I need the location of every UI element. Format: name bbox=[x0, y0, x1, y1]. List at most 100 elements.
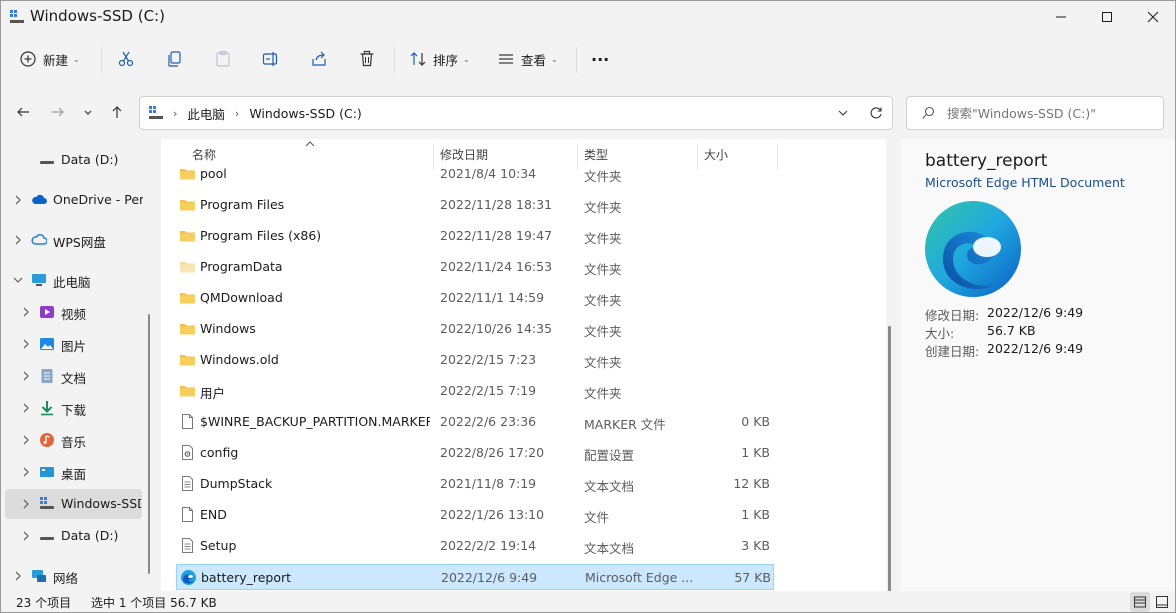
file-row[interactable]: Windows.old 2022/2/15 7:23 文件夹 bbox=[176, 347, 774, 373]
file-size: 3 KB bbox=[741, 538, 770, 553]
file-type: Microsoft Edge ... bbox=[585, 570, 693, 585]
file-modified-date: 2021/8/4 10:34 bbox=[440, 166, 537, 181]
view-button[interactable]: 查看 ⌄ bbox=[497, 45, 563, 73]
file-row[interactable]: pool 2021/8/4 10:34 文件夹 bbox=[176, 161, 774, 187]
share-button[interactable] bbox=[310, 45, 328, 73]
nav-item-this-pc[interactable]: 此电脑 bbox=[1, 265, 146, 295]
folder-icon bbox=[179, 289, 196, 306]
search-input[interactable] bbox=[947, 105, 1157, 121]
folder-icon bbox=[179, 227, 196, 244]
file-size: 1 KB bbox=[741, 507, 770, 522]
new-button[interactable]: 新建 ⌄ bbox=[19, 45, 91, 73]
file-row[interactable]: Windows 2022/10/26 14:35 文件夹 bbox=[176, 316, 774, 342]
nav-item-network[interactable]: 网络 bbox=[1, 561, 146, 591]
view-label: 查看 bbox=[521, 52, 547, 68]
details-pane: battery_report Microsoft Edge HTML Docum… bbox=[901, 139, 1175, 591]
file-row[interactable]: battery_report 2022/12/6 9:49 Microsoft Ed… bbox=[176, 564, 774, 590]
nav-item-videos[interactable]: 视频 bbox=[1, 297, 146, 327]
file-row[interactable]: ProgramData 2022/11/24 16:53 文件夹 bbox=[176, 254, 774, 280]
file-type: 文件夹 bbox=[584, 386, 622, 401]
up-button[interactable] bbox=[106, 101, 128, 123]
share-icon bbox=[312, 51, 326, 66]
file-list-scrollbar[interactable] bbox=[888, 326, 891, 591]
sort-button[interactable]: 排序 ⌄ bbox=[409, 45, 473, 73]
chevron-right-icon bbox=[23, 371, 29, 381]
copy-button[interactable] bbox=[166, 45, 184, 73]
file-type: 文本文档 bbox=[584, 541, 635, 556]
file-row[interactable]: config 2022/8/26 17:20 配置设置 1 KB bbox=[176, 440, 774, 466]
file-row[interactable]: Program Files (x86) 2022/11/28 19:47 文件夹 bbox=[176, 223, 774, 249]
file-type: 文件夹 bbox=[584, 355, 622, 370]
nav-item-label: 桌面 bbox=[61, 467, 87, 482]
details-title: battery_report bbox=[925, 151, 1048, 171]
nav-item-onedrive[interactable]: OneDrive - Pers bbox=[1, 185, 146, 215]
window-title: Windows-SSD (C:) bbox=[30, 7, 165, 25]
file-name: $WINRE_BACKUP_PARTITION.MARKER bbox=[200, 414, 430, 429]
nav-item-music[interactable]: 音乐 bbox=[1, 425, 146, 455]
nav-item-windows-ssd[interactable]: Windows-SSD bbox=[5, 489, 142, 519]
desktop-icon bbox=[40, 467, 54, 477]
refresh-icon[interactable] bbox=[869, 106, 883, 120]
maximize-button[interactable] bbox=[1084, 1, 1130, 33]
nav-item-data-d-2[interactable]: Data (D:) bbox=[1, 521, 146, 551]
chevron-down-icon[interactable] bbox=[837, 107, 849, 119]
status-bar: 23 个项目 选中 1 个项目 56.7 KB bbox=[1, 591, 1175, 612]
file-modified-date: 2022/2/15 7:19 bbox=[440, 383, 537, 398]
title-bar[interactable]: Windows-SSD (C:) bbox=[1, 1, 1175, 33]
nav-item-wps-cloud[interactable]: WPS网盘 bbox=[1, 225, 146, 255]
folder-icon bbox=[179, 382, 196, 399]
file-row[interactable]: Setup 2022/2/2 19:14 文本文档 3 KB bbox=[176, 533, 774, 559]
file-row[interactable]: DumpStack 2021/11/8 7:19 文本文档 12 KB bbox=[176, 471, 774, 497]
breadcrumb-current-drive[interactable]: Windows-SSD (C:) bbox=[249, 106, 361, 121]
nav-item-label: 网络 bbox=[53, 571, 79, 586]
nav-item-desktop[interactable]: 桌面 bbox=[1, 457, 146, 487]
cut-button[interactable] bbox=[117, 45, 135, 73]
breadcrumb-this-pc[interactable]: 此电脑 bbox=[187, 104, 225, 123]
chevron-down-icon: ⌄ bbox=[73, 54, 80, 64]
file-size: 12 KB bbox=[733, 476, 770, 491]
documents-icon bbox=[41, 369, 53, 383]
rename-button[interactable] bbox=[262, 45, 280, 73]
file-row[interactable]: END 2022/1/26 13:10 文件 1 KB bbox=[176, 502, 774, 528]
nav-item-downloads[interactable]: 下载 bbox=[1, 393, 146, 423]
back-button[interactable] bbox=[12, 101, 34, 123]
address-bar[interactable]: › 此电脑 › Windows-SSD (C:) bbox=[139, 96, 893, 130]
file-modified-date: 2022/12/6 9:49 bbox=[441, 570, 538, 585]
preview-view-button[interactable] bbox=[1152, 592, 1172, 612]
nav-item-label: 音乐 bbox=[61, 435, 87, 450]
config-file-icon bbox=[179, 444, 196, 461]
delete-button[interactable] bbox=[358, 45, 376, 73]
edge-icon bbox=[925, 201, 1021, 297]
file-name: Setup bbox=[200, 538, 237, 553]
file-explorer-window: Windows-SSD (C:) 新建 ⌄ 排序 ⌄ 查看 ⌄ ··· › 此电… bbox=[0, 0, 1176, 613]
file-modified-date: 2022/10/26 14:35 bbox=[440, 321, 553, 336]
nav-item-label: WPS网盘 bbox=[53, 235, 106, 250]
details-view-button[interactable] bbox=[1130, 592, 1150, 612]
nav-item-data-d[interactable]: Data (D:) bbox=[1, 145, 146, 175]
nav-item-label: Data (D:) bbox=[61, 152, 119, 167]
nav-item-pictures[interactable]: 图片 bbox=[1, 329, 146, 359]
arrow-up-icon bbox=[112, 106, 122, 118]
forward-button[interactable] bbox=[47, 101, 69, 123]
folder-icon bbox=[179, 320, 196, 337]
file-row[interactable]: 用户 2022/2/15 7:19 文件夹 bbox=[176, 378, 774, 404]
search-box[interactable] bbox=[906, 96, 1164, 130]
file-row[interactable]: Program Files 2022/11/28 18:31 文件夹 bbox=[176, 192, 774, 218]
close-button[interactable] bbox=[1130, 1, 1175, 33]
close-icon bbox=[1147, 11, 1159, 23]
file-name: Windows.old bbox=[200, 352, 279, 367]
file-name: config bbox=[200, 445, 239, 460]
nav-item-documents[interactable]: 文档 bbox=[1, 361, 146, 391]
paste-button[interactable] bbox=[214, 45, 232, 73]
minimize-button[interactable] bbox=[1038, 1, 1084, 33]
nav-scrollbar[interactable] bbox=[148, 314, 150, 574]
windows-drive-icon bbox=[40, 497, 54, 509]
file-name: DumpStack bbox=[200, 476, 273, 491]
file-size: 57 KB bbox=[734, 570, 771, 585]
column-divider[interactable] bbox=[777, 143, 778, 169]
more-options-button[interactable]: ··· bbox=[591, 45, 613, 73]
file-row[interactable]: QMDownload 2022/11/1 14:59 文件夹 bbox=[176, 285, 774, 311]
recent-locations-button[interactable] bbox=[78, 101, 98, 123]
file-row[interactable]: $WINRE_BACKUP_PARTITION.MARKER 2022/2/6 2… bbox=[176, 409, 774, 435]
file-name: END bbox=[200, 507, 227, 522]
